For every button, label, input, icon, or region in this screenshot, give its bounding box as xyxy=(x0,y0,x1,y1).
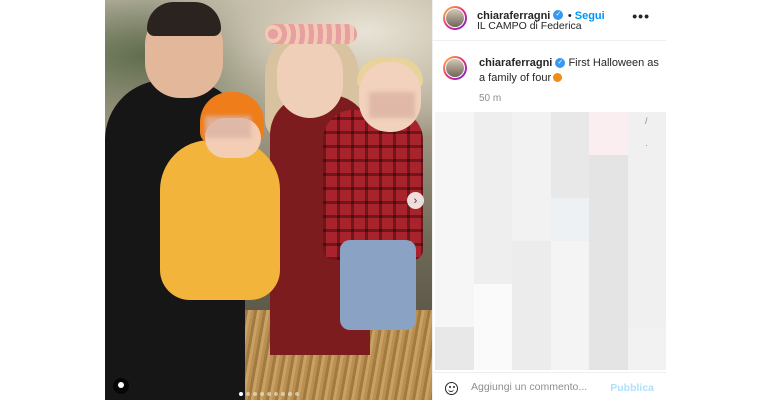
pixel-block xyxy=(512,112,551,155)
pumpkin-emoji-icon xyxy=(553,73,563,82)
edge-mark: / xyxy=(645,116,648,126)
pixel-block xyxy=(589,155,628,198)
pixel-block xyxy=(435,284,474,327)
pixel-block xyxy=(473,284,512,327)
carousel-dot xyxy=(259,392,264,396)
pixel-block xyxy=(589,327,628,370)
comment-input[interactable] xyxy=(471,381,601,393)
carousel-next-button[interactable]: › xyxy=(407,192,424,209)
pixel-block xyxy=(512,284,551,327)
carousel-dot xyxy=(294,392,299,396)
carousel-dot xyxy=(252,392,257,396)
boy-figure xyxy=(323,110,423,260)
pixel-block xyxy=(435,327,474,370)
post-timestamp: 50 m xyxy=(479,93,502,104)
pixel-block xyxy=(435,198,474,241)
pixel-block xyxy=(627,241,666,284)
publish-button[interactable]: Pubblica xyxy=(610,382,654,394)
verified-badge-icon: ✓ xyxy=(553,9,564,20)
pixel-block xyxy=(589,198,628,241)
carousel-dot xyxy=(273,392,278,396)
post-side-panel: chiaraferragni ✓ • Segui IL CAMPO di Fede… xyxy=(432,0,666,400)
face-blur xyxy=(369,92,415,118)
pixel-block xyxy=(550,198,589,241)
pixel-block xyxy=(435,241,474,284)
post-image[interactable]: › xyxy=(105,0,432,400)
pixel-block xyxy=(627,284,666,327)
pixel-block xyxy=(512,241,551,284)
pixel-block xyxy=(473,241,512,284)
pixel-block xyxy=(512,155,551,198)
header-divider xyxy=(433,40,666,41)
flower-crown xyxy=(265,24,357,44)
pixel-block xyxy=(550,241,589,284)
pixel-block xyxy=(589,284,628,327)
carousel-dot xyxy=(280,392,285,396)
pixel-block xyxy=(550,284,589,327)
pixel-block xyxy=(473,327,512,370)
carousel-dot xyxy=(266,392,271,396)
pixel-block xyxy=(627,327,666,370)
carousel-dot xyxy=(287,392,292,396)
boy-jeans xyxy=(340,240,416,330)
pixel-block xyxy=(550,112,589,155)
carousel-indicator xyxy=(105,392,432,396)
pixel-block xyxy=(435,155,474,198)
pixel-block xyxy=(473,112,512,155)
face-blur xyxy=(205,116,251,138)
edge-mark: · xyxy=(645,140,648,150)
post-caption: chiaraferragni ✓ First Halloween as a fam… xyxy=(479,56,659,86)
pixel-block xyxy=(512,198,551,241)
pixel-block xyxy=(435,112,474,155)
comments-area-pixelated xyxy=(435,112,666,370)
baby-pumpkin-costume xyxy=(160,140,280,300)
carousel-dot xyxy=(245,392,250,396)
pixel-block xyxy=(473,155,512,198)
post-location[interactable]: IL CAMPO di Federica xyxy=(477,20,582,32)
pixel-block xyxy=(627,198,666,241)
caption-username[interactable]: chiaraferragni xyxy=(479,57,552,69)
pixel-block xyxy=(589,112,628,155)
pixel-block xyxy=(473,198,512,241)
man-hair xyxy=(147,2,221,36)
pixel-block xyxy=(589,241,628,284)
post-header: chiaraferragni ✓ • Segui IL CAMPO di Fede… xyxy=(433,0,666,36)
verified-badge-icon: ✓ xyxy=(555,58,566,69)
carousel-dot xyxy=(238,392,243,396)
pixel-block xyxy=(627,155,666,198)
pixel-block xyxy=(550,327,589,370)
more-options-icon[interactable]: ••• xyxy=(632,8,650,24)
pixel-block xyxy=(550,155,589,198)
caption-avatar[interactable] xyxy=(443,56,467,80)
author-avatar[interactable] xyxy=(443,6,467,30)
pixel-block xyxy=(512,327,551,370)
comment-bar: Pubblica xyxy=(433,372,666,401)
emoji-picker-icon[interactable] xyxy=(445,382,458,395)
woman-face xyxy=(277,38,343,118)
